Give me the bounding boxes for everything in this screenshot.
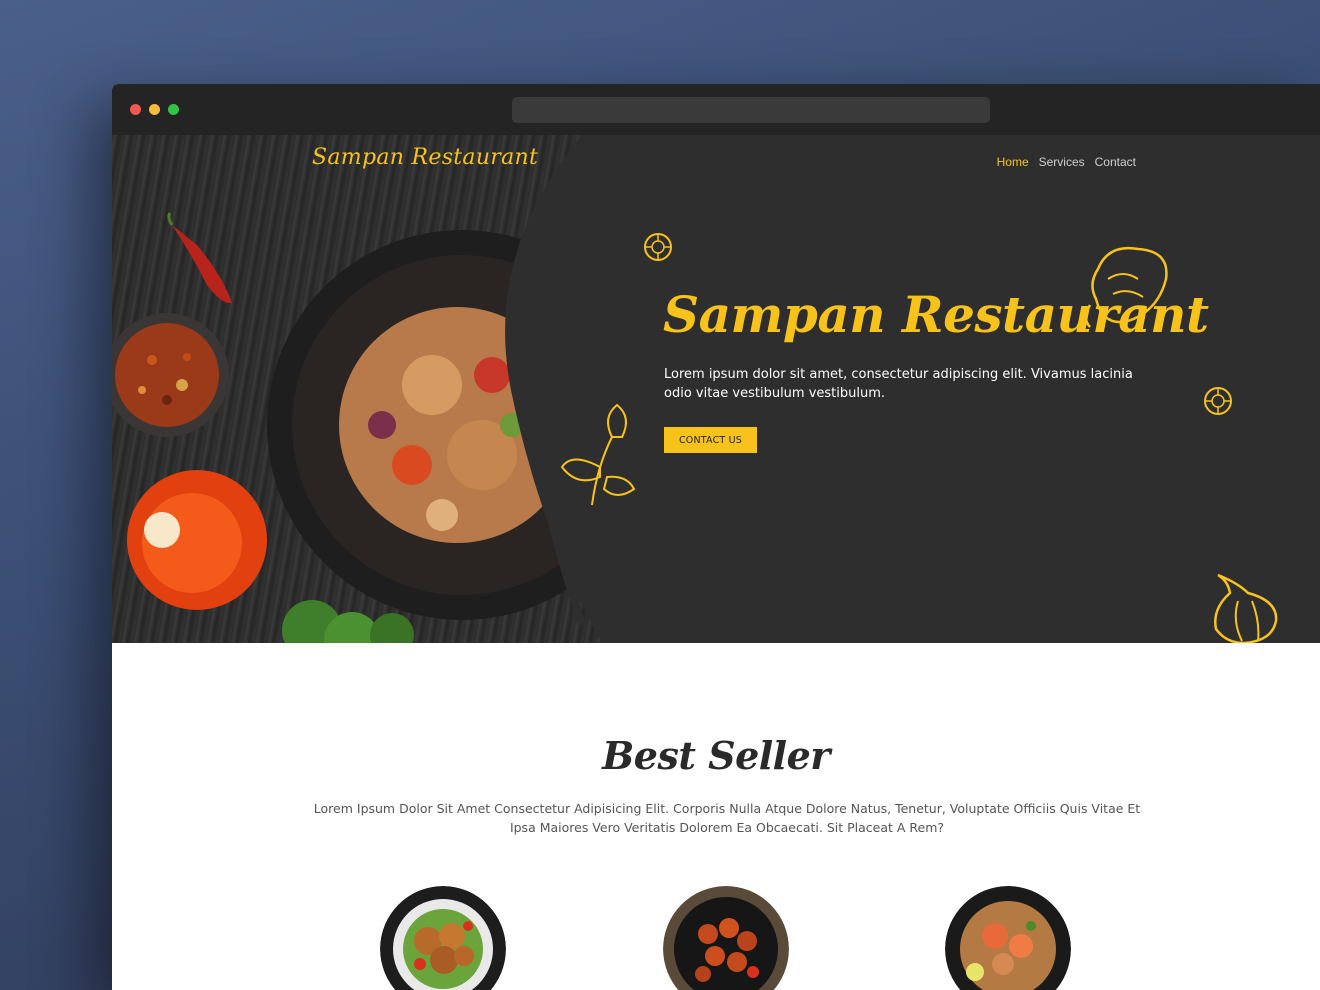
maximize-window-button[interactable] bbox=[168, 104, 179, 115]
contact-us-button[interactable]: CONTACT US bbox=[664, 427, 757, 453]
lemon-slice-icon bbox=[1204, 387, 1232, 415]
garlic-doodle-icon bbox=[1214, 573, 1278, 643]
address-bar[interactable] bbox=[512, 97, 990, 123]
nav-link-home[interactable]: Home bbox=[997, 155, 1029, 169]
close-window-button[interactable] bbox=[130, 104, 141, 115]
nav-link-contact[interactable]: Contact bbox=[1095, 155, 1136, 169]
main-nav: Home Services Contact bbox=[997, 155, 1136, 169]
hero-section: Sampan Restaurant Home Services Contact bbox=[112, 135, 1320, 643]
parsley-doodle-icon bbox=[560, 403, 636, 506]
minimize-window-button[interactable] bbox=[149, 104, 160, 115]
lemon-slice-icon bbox=[644, 233, 672, 261]
best-seller-description: Lorem Ipsum Dolor Sit Amet Consectetur A… bbox=[313, 801, 1141, 835]
dish-image-shrimp-noodles[interactable] bbox=[945, 886, 1071, 990]
dish-image-meatballs[interactable] bbox=[663, 886, 789, 990]
site-logo[interactable]: Sampan Restaurant bbox=[312, 145, 538, 170]
browser-window: Sampan Restaurant Home Services Contact bbox=[112, 84, 1320, 990]
hero-description: Lorem ipsum dolor sit amet, consectetur … bbox=[664, 367, 1133, 401]
best-seller-section: Best Seller Lorem Ipsum Dolor Sit Amet C… bbox=[112, 643, 1320, 990]
dish-image-fried-chicken[interactable] bbox=[380, 886, 506, 990]
hero-title: Sampan Restaurant bbox=[663, 285, 1209, 344]
nav-link-services[interactable]: Services bbox=[1039, 155, 1085, 169]
best-seller-title: Best Seller bbox=[602, 733, 830, 778]
browser-titlebar bbox=[112, 84, 1320, 135]
